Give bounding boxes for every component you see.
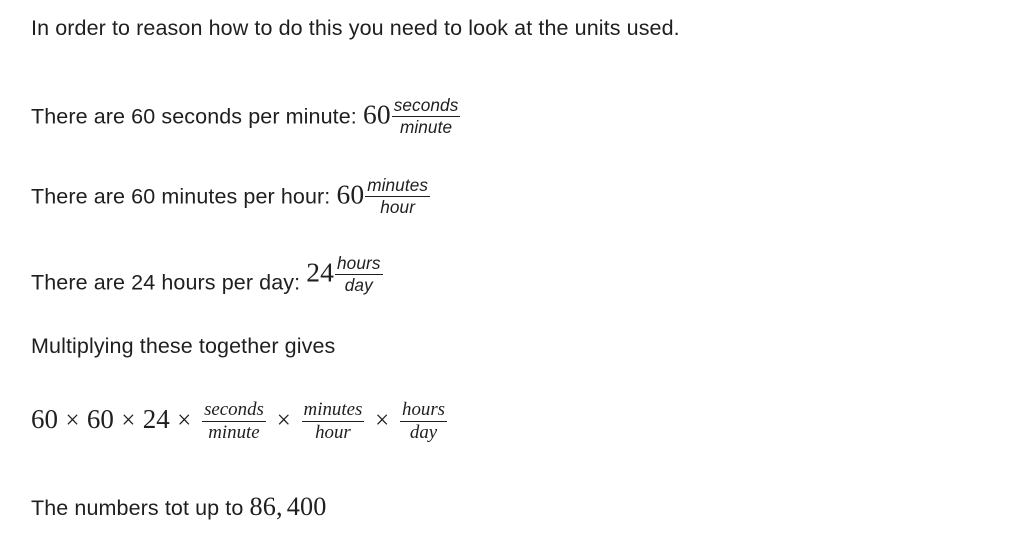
fraction-denominator: minute — [391, 115, 461, 137]
multiplication-sign-icon: × — [65, 407, 80, 435]
result-value-thousands: 86, — [249, 492, 283, 521]
seconds-per-minute-coefficient: 60 — [362, 98, 391, 130]
seconds-per-minute-label: There are 60 seconds per minute: — [31, 104, 357, 129]
hours-per-day-line: There are 24 hours per day: 24 hours day — [31, 254, 384, 302]
result-label: The numbers tot up to — [31, 496, 244, 520]
intro-sentence: In order to reason how to do this you ne… — [31, 16, 680, 40]
fraction-denominator: hour — [301, 421, 365, 443]
hours-per-day-label: There are 24 hours per day: — [31, 270, 301, 295]
seconds-per-minute-line: There are 60 seconds per minute: 60 secon… — [31, 96, 461, 136]
result-value: 86, 400 — [250, 492, 327, 521]
fraction-numerator: hours — [337, 253, 381, 273]
minutes-per-hour-fraction: minutes hour — [365, 175, 431, 217]
equation-factor-1: 60 — [31, 404, 58, 435]
equation-factor-3: 24 — [142, 404, 170, 435]
minutes-per-hour-coefficient: 60 — [336, 178, 365, 210]
equation-fraction-2: minutes hour — [301, 399, 365, 444]
equation-fraction-3: hours day — [400, 399, 448, 444]
minutes-per-hour-line: There are 60 minutes per hour: 60 minutes… — [31, 176, 431, 216]
fraction-denominator: day — [335, 273, 383, 295]
fraction-numerator: hours — [402, 399, 446, 420]
multiplication-sign-icon: × — [276, 407, 291, 435]
hours-per-day-expression: 24 hours day — [306, 254, 383, 294]
hours-per-day-coefficient: 24 — [306, 256, 335, 288]
multiply-instruction: Multiplying these together gives — [31, 334, 336, 358]
fraction-numerator: seconds — [393, 95, 459, 115]
minutes-per-hour-expression: 60 minutes hour — [336, 176, 431, 216]
multiplication-sign-icon: × — [375, 407, 390, 435]
multiplication-sign-icon: × — [121, 407, 136, 435]
equation-factor-2: 60 — [86, 404, 114, 435]
equation-fraction-1: seconds minute — [202, 399, 266, 444]
display-equation: 60 × 60 × 24 × seconds minute × minutes hour × hours… — [31, 399, 450, 444]
seconds-per-minute-fraction: seconds minute — [391, 95, 461, 137]
minutes-per-hour-label: There are 60 minutes per hour: — [31, 184, 331, 209]
fraction-numerator: minutes — [367, 175, 429, 195]
hours-per-day-fraction: hours day — [335, 254, 383, 294]
fraction-denominator: minute — [202, 421, 266, 443]
fraction-denominator: hour — [365, 195, 431, 217]
fraction-denominator: day — [400, 421, 448, 443]
fraction-numerator: seconds — [204, 399, 264, 420]
multiplication-sign-icon: × — [177, 407, 192, 435]
seconds-per-minute-expression: 60 seconds minute — [363, 96, 461, 136]
result-line: The numbers tot up to 86, 400 — [31, 492, 327, 521]
result-value-units: 400 — [286, 492, 327, 521]
fraction-numerator: minutes — [303, 399, 363, 420]
math-explanation-page: In order to reason how to do this you ne… — [0, 0, 1020, 550]
